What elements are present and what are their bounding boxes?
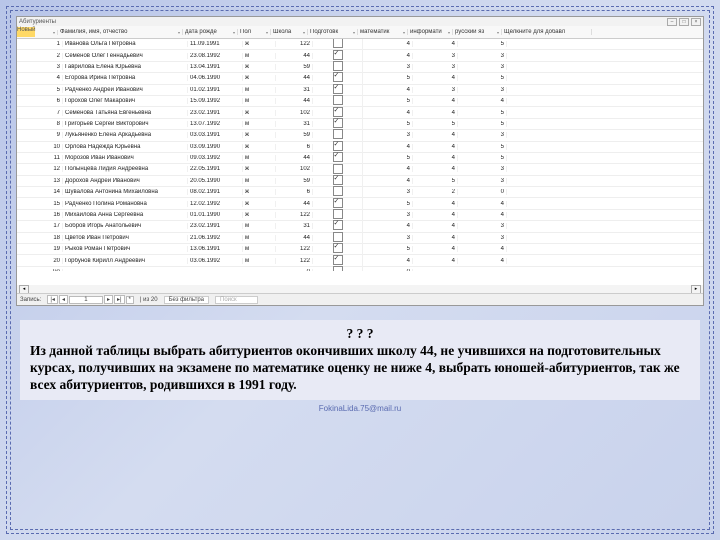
table-row[interactable]: 14Шувалова Антонина Михайловна08.02.1991… (17, 187, 703, 198)
checkbox-icon[interactable] (333, 232, 343, 242)
scroll-left-icon[interactable]: ◂ (19, 285, 29, 294)
table-header: Новый ▾ Фамилия, имя, отчество▾ дата рож… (17, 26, 703, 39)
scroll-right-icon[interactable]: ▸ (691, 285, 701, 294)
maximize-icon[interactable]: □ (679, 18, 689, 26)
table-row[interactable]: 12Полынцева Лидия Андреевна22.05.1991ж10… (17, 164, 703, 175)
checkbox-icon[interactable] (333, 164, 343, 174)
checkbox-icon[interactable] (333, 61, 343, 71)
col-prep[interactable]: Подготовк▾ (308, 29, 358, 35)
nav-next-icon[interactable]: ▸ (104, 295, 113, 304)
window-titlebar: Абитуриенты – □ × (17, 17, 703, 26)
table-row[interactable]: 10Орлова Надежда Юрьевна03.09.1990ж6445 (17, 142, 703, 153)
table-row[interactable]: 1Иванова Ольга Петровна11.09.1991ж122445 (17, 39, 703, 50)
checkbox-icon[interactable] (333, 72, 343, 82)
question-box: ? ? ? Из данной таблицы выбрать абитурие… (20, 320, 700, 400)
record-label: Запись: (20, 297, 41, 303)
question-mark: ? ? ? (30, 326, 690, 343)
col-fio[interactable]: Фамилия, имя, отчество▾ (58, 29, 183, 35)
table-row[interactable]: 13Дорохов Андрей Иванович20.05.1990м5945… (17, 176, 703, 187)
table-row[interactable]: 16Михайлова Анна Сергеевна01.01.1990ж122… (17, 210, 703, 221)
table-row[interactable]: 19Рыков Роман Петрович13.06.1991м122544 (17, 244, 703, 255)
window-controls: – □ × (667, 18, 701, 26)
h-scrollbar[interactable]: ◂ ▸ (17, 285, 703, 294)
col-num[interactable]: ▾ (35, 30, 58, 35)
new-row-button[interactable]: Новый (17, 27, 35, 37)
nav-first-icon[interactable]: |◂ (47, 295, 58, 304)
checkbox-icon[interactable] (333, 129, 343, 139)
table-row[interactable]: 5Радченко Андрей Иванович01.02.1991м3143… (17, 85, 703, 96)
table-row[interactable]: 7Семенова Татьяна Евгеньевна23.02.1991ж1… (17, 107, 703, 118)
checkbox-icon[interactable] (333, 220, 343, 230)
checkbox-icon[interactable] (333, 175, 343, 185)
col-mat[interactable]: математик▾ (358, 29, 408, 35)
checkbox-icon[interactable] (333, 243, 343, 253)
checkbox-icon[interactable] (333, 95, 343, 105)
table-row[interactable]: 4Егорова Ирина Петровна04.06.1990ж44545 (17, 73, 703, 84)
checkbox-icon (333, 266, 343, 271)
checkbox-icon[interactable] (333, 50, 343, 60)
checkbox-icon[interactable] (333, 84, 343, 94)
checkbox-icon[interactable] (333, 186, 343, 196)
col-rus[interactable]: русский яз▾ (453, 29, 502, 35)
summary-row: (#)00 (17, 267, 703, 271)
checkbox-icon[interactable] (333, 152, 343, 162)
table-body: 1Иванова Ольга Петровна11.09.1991ж122445… (17, 39, 703, 271)
footer-email: FokinaLida.75@mail.ru (14, 404, 706, 413)
table-row[interactable]: 2Семенов Олег Геннадьевич23.08.1992м4443… (17, 50, 703, 61)
checkbox-icon[interactable] (333, 39, 343, 48)
checkbox-icon[interactable] (333, 209, 343, 219)
record-nav: |◂ ◂ 1 ▸ ▸| * (47, 295, 134, 304)
question-text: Из данной таблицы выбрать абитуриентов о… (30, 343, 680, 392)
table-row[interactable]: 20Горбунов Кирилл Андреевич03.06.1992м12… (17, 255, 703, 266)
nav-last-icon[interactable]: ▸| (114, 295, 125, 304)
table-row[interactable]: 3Гаврилова Елена Юрьевна13.04.1991ж59333 (17, 62, 703, 73)
checkbox-icon[interactable] (333, 107, 343, 117)
record-of: | из 20 (140, 297, 158, 303)
table-row[interactable]: 9Лукьяненко Елена Аркадьевна03.03.1991ж5… (17, 130, 703, 141)
record-position[interactable]: 1 (69, 296, 103, 304)
col-sex[interactable]: Пол▾ (238, 29, 271, 35)
spreadsheet-window: Абитуриенты – □ × Новый ▾ Фамилия, имя, … (16, 16, 704, 306)
checkbox-icon[interactable] (333, 118, 343, 128)
col-date[interactable]: дата рожде▾ (183, 29, 238, 35)
checkbox-icon[interactable] (333, 141, 343, 151)
window-title: Абитуриенты (19, 19, 56, 25)
col-inf[interactable]: информати▾ (408, 29, 453, 35)
table-row[interactable]: 18Цветов Иван Петрович21.06.1992м44343 (17, 233, 703, 244)
checkbox-icon[interactable] (333, 198, 343, 208)
filter-label[interactable]: Без фильтра (164, 296, 209, 304)
nav-new-icon[interactable]: * (126, 296, 134, 304)
table-row[interactable]: 11Морозов Иван Иванович09.03.1992м44545 (17, 153, 703, 164)
nav-prev-icon[interactable]: ◂ (59, 295, 68, 304)
search-label[interactable]: Поиск (215, 296, 258, 304)
close-icon[interactable]: × (691, 18, 701, 26)
col-add[interactable]: Щелкните для добавл (502, 29, 592, 35)
minimize-icon[interactable]: – (667, 18, 677, 26)
table-row[interactable]: 17Бобров Игорь Анатольевич23.02.1991м314… (17, 221, 703, 232)
status-bar: Запись: |◂ ◂ 1 ▸ ▸| * | из 20 Без фильтр… (17, 293, 703, 305)
table-row[interactable]: 6Горохов Олег Макарович15.09.1992м44544 (17, 96, 703, 107)
col-school[interactable]: Школа▾ (271, 29, 308, 35)
table-row[interactable]: 15Радченко Полина Романовна12.02.1992ж44… (17, 198, 703, 209)
checkbox-icon[interactable] (333, 255, 343, 265)
table-row[interactable]: 8Григорьев Сергей Викторович13.07.1992м3… (17, 119, 703, 130)
